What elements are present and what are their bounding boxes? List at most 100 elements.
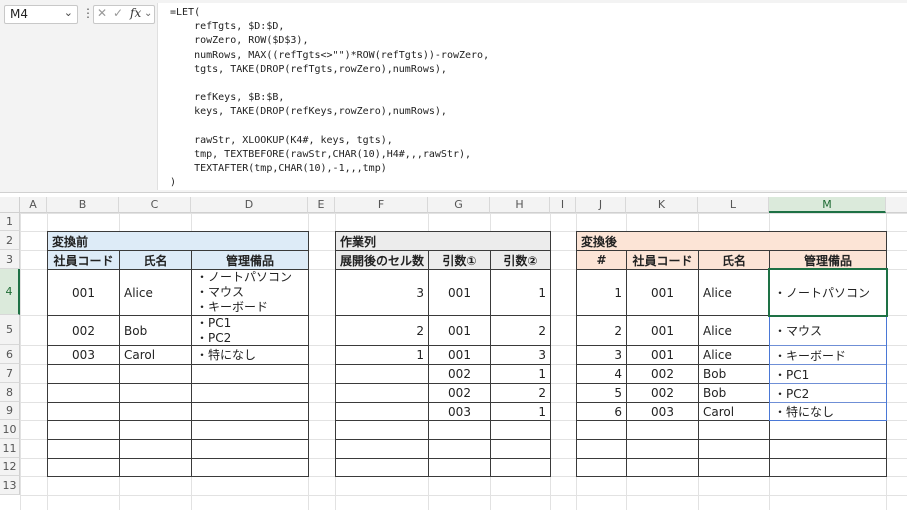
before-cell[interactable]: Bob bbox=[119, 315, 192, 346]
column-header-g[interactable]: G bbox=[428, 197, 490, 213]
work-cell[interactable] bbox=[335, 439, 429, 459]
after-header[interactable]: # bbox=[576, 250, 627, 270]
row-header-8[interactable]: 8 bbox=[0, 383, 20, 402]
column-header-h[interactable]: H bbox=[490, 197, 550, 213]
work-header[interactable]: 引数① bbox=[428, 250, 491, 270]
after-cell[interactable]: 001 bbox=[626, 345, 699, 365]
row-header-2[interactable]: 2 bbox=[0, 231, 20, 250]
column-header-i[interactable]: I bbox=[550, 197, 576, 213]
after-cell[interactable] bbox=[769, 420, 887, 440]
before-cell[interactable] bbox=[47, 420, 120, 440]
after-cell[interactable] bbox=[576, 420, 627, 440]
after-cell[interactable] bbox=[698, 458, 770, 477]
before-header[interactable]: 社員コード bbox=[47, 250, 120, 270]
before-cell[interactable]: Alice bbox=[119, 269, 192, 316]
before-cell[interactable] bbox=[47, 402, 120, 421]
formula-input[interactable]: =LET( refTgts, $D:$D, rowZero, ROW($D$3)… bbox=[157, 3, 907, 190]
after-cell[interactable]: Bob bbox=[698, 364, 770, 384]
before-cell[interactable] bbox=[47, 458, 120, 477]
before-cell[interactable]: 002 bbox=[47, 315, 120, 346]
after-cell[interactable]: 003 bbox=[626, 402, 699, 421]
work-cell[interactable] bbox=[490, 420, 551, 440]
before-cell[interactable] bbox=[119, 383, 192, 403]
after-cell[interactable] bbox=[576, 439, 627, 459]
work-cell[interactable]: 001 bbox=[428, 345, 491, 365]
before-cell[interactable] bbox=[191, 458, 309, 477]
row-header-11[interactable]: 11 bbox=[0, 439, 20, 458]
before-cell[interactable]: Carol bbox=[119, 345, 192, 365]
after-cell[interactable] bbox=[626, 439, 699, 459]
work-cell[interactable]: 2 bbox=[335, 315, 429, 346]
work-cell[interactable]: 2 bbox=[490, 383, 551, 403]
chevron-down-icon[interactable]: ⌄ bbox=[144, 8, 152, 19]
after-cell[interactable] bbox=[626, 420, 699, 440]
work-header[interactable]: 展開後のセル数 bbox=[335, 250, 429, 270]
after-cell[interactable] bbox=[769, 458, 887, 477]
row-header-5[interactable]: 5 bbox=[0, 315, 20, 345]
after-cell[interactable]: ・PC1 bbox=[769, 364, 887, 384]
column-header-k[interactable]: K bbox=[626, 197, 698, 213]
after-cell[interactable]: ・ノートパソコン bbox=[769, 269, 887, 316]
work-cell[interactable]: 001 bbox=[428, 269, 491, 316]
work-cell[interactable]: 001 bbox=[428, 315, 491, 346]
after-cell[interactable]: ・特になし bbox=[769, 402, 887, 421]
work-cell[interactable]: 1 bbox=[490, 269, 551, 316]
after-cell[interactable]: ・PC2 bbox=[769, 383, 887, 403]
after-cell[interactable]: 002 bbox=[626, 383, 699, 403]
before-cell[interactable] bbox=[119, 420, 192, 440]
after-cell[interactable]: 1 bbox=[576, 269, 627, 316]
before-cell[interactable] bbox=[119, 402, 192, 421]
row-header-10[interactable]: 10 bbox=[0, 420, 20, 439]
before-cell[interactable]: ・特になし bbox=[191, 345, 309, 365]
work-cell[interactable]: 003 bbox=[428, 402, 491, 421]
cancel-icon[interactable]: ✕ bbox=[97, 6, 107, 20]
after-cell[interactable]: ・キーボード bbox=[769, 345, 887, 365]
row-header-3[interactable]: 3 bbox=[0, 250, 20, 269]
work-cell[interactable]: 1 bbox=[490, 402, 551, 421]
before-cell[interactable] bbox=[191, 364, 309, 384]
work-cell[interactable]: 002 bbox=[428, 383, 491, 403]
work-cell[interactable] bbox=[490, 458, 551, 477]
before-cell[interactable] bbox=[191, 439, 309, 459]
before-header[interactable]: 管理備品 bbox=[191, 250, 309, 270]
after-cell[interactable]: 4 bbox=[576, 364, 627, 384]
after-header[interactable]: 社員コード bbox=[626, 250, 699, 270]
row-header-9[interactable]: 9 bbox=[0, 402, 20, 420]
after-header[interactable]: 管理備品 bbox=[769, 250, 887, 270]
before-cell[interactable] bbox=[191, 402, 309, 421]
column-header-d[interactable]: D bbox=[191, 197, 308, 213]
work-cell[interactable] bbox=[490, 439, 551, 459]
work-cell[interactable] bbox=[428, 458, 491, 477]
work-cell[interactable] bbox=[428, 439, 491, 459]
after-cell[interactable]: Alice bbox=[698, 345, 770, 365]
after-cell[interactable]: 6 bbox=[576, 402, 627, 421]
before-cell[interactable] bbox=[191, 420, 309, 440]
column-header-b[interactable]: B bbox=[47, 197, 119, 213]
before-cell[interactable] bbox=[191, 383, 309, 403]
before-cell[interactable]: ・PC1 ・PC2 bbox=[191, 315, 309, 346]
chevron-down-icon[interactable]: ⌄ bbox=[64, 6, 73, 19]
row-header-12[interactable]: 12 bbox=[0, 458, 20, 476]
after-cell[interactable]: 002 bbox=[626, 364, 699, 384]
work-cell[interactable]: 3 bbox=[490, 345, 551, 365]
work-header[interactable]: 引数② bbox=[490, 250, 551, 270]
before-cell[interactable]: ・ノートパソコン ・マウス ・キーボード bbox=[191, 269, 309, 316]
before-cell[interactable] bbox=[119, 439, 192, 459]
work-cell[interactable]: 1 bbox=[490, 364, 551, 384]
work-cell[interactable] bbox=[335, 458, 429, 477]
column-header-l[interactable]: L bbox=[698, 197, 769, 213]
after-title[interactable]: 変換後 bbox=[576, 231, 887, 251]
column-header-a[interactable]: A bbox=[20, 197, 47, 213]
after-cell[interactable] bbox=[698, 420, 770, 440]
before-cell[interactable] bbox=[47, 364, 120, 384]
after-cell[interactable]: Alice bbox=[698, 315, 770, 346]
insert-function-icon[interactable]: fx bbox=[130, 6, 141, 20]
after-cell[interactable]: ・マウス bbox=[769, 315, 887, 346]
after-cell[interactable] bbox=[698, 439, 770, 459]
work-cell[interactable]: 002 bbox=[428, 364, 491, 384]
after-header[interactable]: 氏名 bbox=[698, 250, 770, 270]
after-cell[interactable]: 5 bbox=[576, 383, 627, 403]
before-cell[interactable] bbox=[119, 458, 192, 477]
column-header-f[interactable]: F bbox=[335, 197, 428, 213]
work-cell[interactable]: 3 bbox=[335, 269, 429, 316]
